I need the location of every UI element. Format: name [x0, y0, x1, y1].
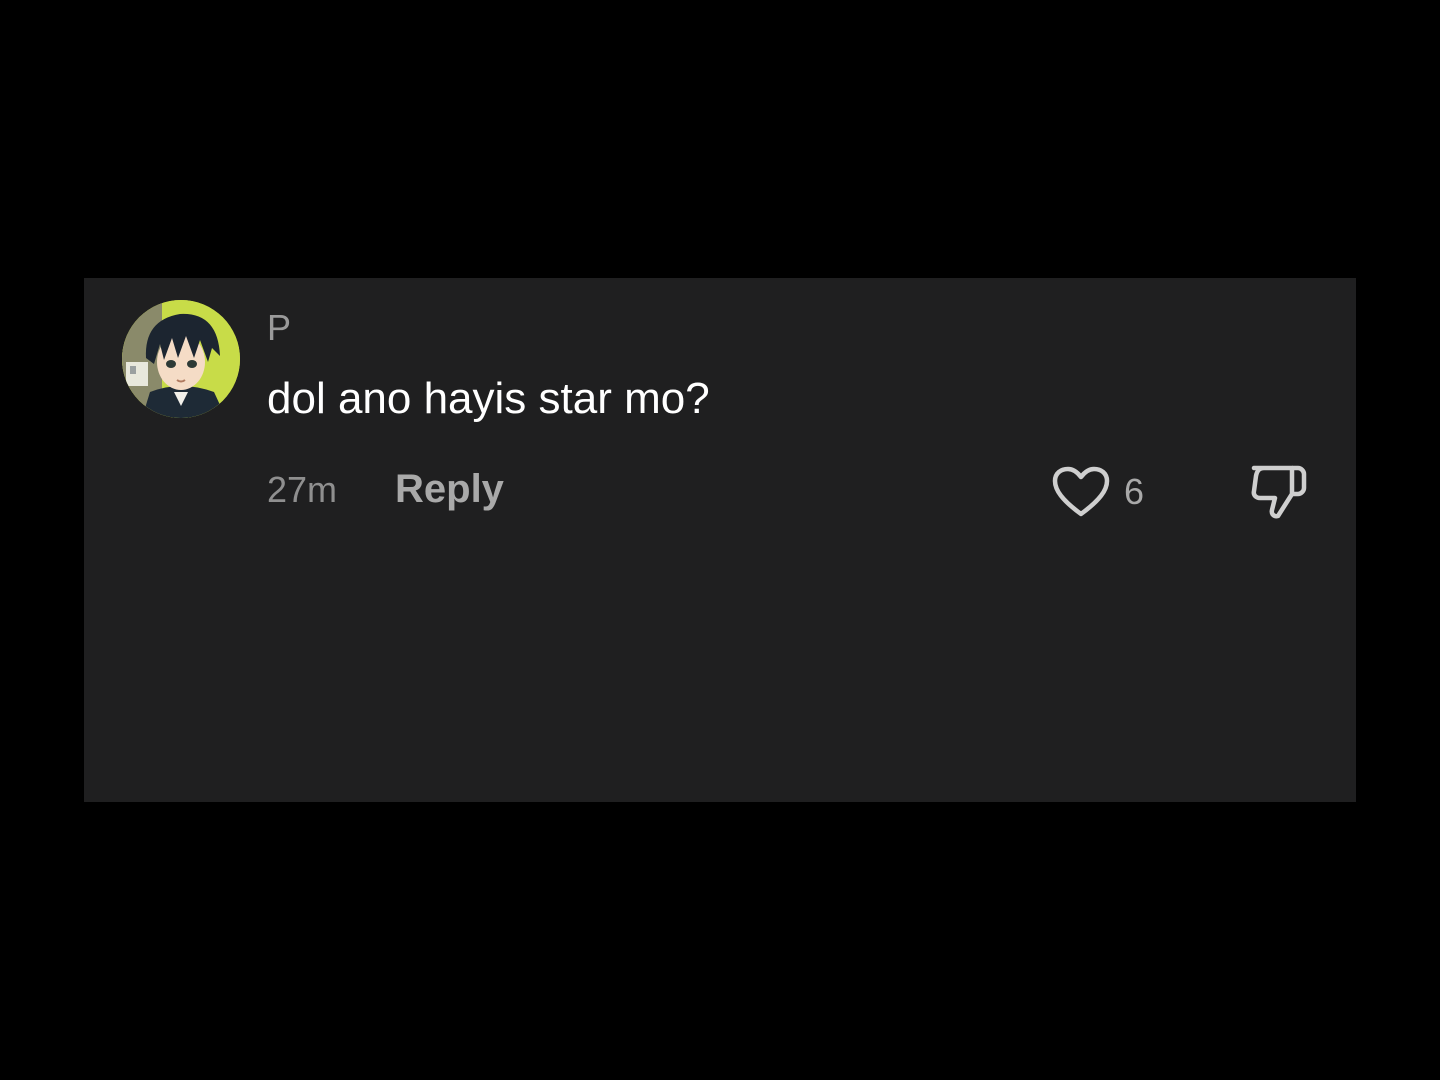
- reply-button[interactable]: Reply: [395, 467, 504, 511]
- avatar[interactable]: [122, 300, 240, 418]
- like-count: 6: [1124, 471, 1145, 512]
- comment-body: dol ano hayis star mo?: [267, 374, 710, 423]
- heart-icon: [1052, 466, 1110, 518]
- comment-timestamp: 27m: [267, 469, 338, 510]
- dislike-button[interactable]: [1248, 462, 1308, 522]
- comment-username[interactable]: P: [267, 308, 291, 348]
- avatar-image: [122, 300, 240, 418]
- like-button[interactable]: 6: [1052, 464, 1144, 520]
- comment-card: P dol ano hayis star mo? 27m Reply 6: [84, 278, 1356, 802]
- thumbs-down-icon: [1248, 462, 1308, 522]
